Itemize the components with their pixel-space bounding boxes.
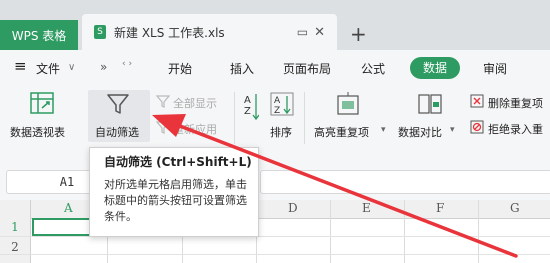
data-compare-button[interactable]: 数据对比 <box>398 124 442 140</box>
menu-bar <box>0 50 550 86</box>
menu-data[interactable]: 数据 <box>410 57 460 79</box>
column-header-e[interactable]: E <box>362 201 371 215</box>
svg-text:A: A <box>274 96 281 106</box>
ribbon-separator <box>304 92 305 144</box>
reapply-button[interactable]: 重新应用 <box>173 121 217 137</box>
add-tab-button[interactable]: + <box>350 22 367 46</box>
reject-duplicates-button[interactable]: 拒绝录入重 <box>488 121 543 137</box>
pivot-table-icon <box>30 92 54 114</box>
sort-icon: A Z <box>270 92 294 116</box>
close-icon[interactable]: ✕ <box>314 25 325 40</box>
data-compare-icon <box>418 94 442 114</box>
column-header-a[interactable]: A <box>64 201 73 215</box>
document-tab-label: 新建 XLS 工作表.xls <box>114 25 225 40</box>
app-tab-label: WPS 表格 <box>11 28 67 43</box>
tooltip-title: 自动筛选 (Ctrl+Shift+L) <box>104 155 252 169</box>
column-header-f[interactable]: F <box>436 201 444 215</box>
column-header-g[interactable]: G <box>510 201 520 215</box>
menu-formula[interactable]: 公式 <box>361 60 385 77</box>
ribbon-separator <box>234 92 235 144</box>
menu-file[interactable]: 文件 <box>36 60 60 77</box>
menu-review[interactable]: 审阅 <box>483 60 507 77</box>
row-header-1[interactable]: 1 <box>0 220 30 234</box>
app-tab[interactable]: WPS 表格 <box>0 20 78 50</box>
svg-text:A: A <box>244 95 251 106</box>
menu-insert[interactable]: 插入 <box>230 60 254 77</box>
window-restore-icon[interactable]: ▭ <box>297 25 308 39</box>
menu-page-layout[interactable]: 页面布局 <box>283 60 331 77</box>
column-header-d[interactable]: D <box>288 201 298 215</box>
reapply-icon <box>156 121 170 134</box>
compare-dropdown-icon[interactable]: ▾ <box>450 125 455 135</box>
svg-text:Z: Z <box>244 106 251 117</box>
highlight-duplicates-icon <box>337 92 359 115</box>
show-all-icon <box>156 95 170 108</box>
document-tab[interactable]: S 新建 XLS 工作表.xls ▭ ✕ <box>82 14 337 50</box>
remove-duplicates-button[interactable]: 删除重复项 <box>488 95 543 111</box>
svg-text:Z: Z <box>274 106 280 116</box>
row-header-2[interactable]: 2 <box>0 240 30 254</box>
more-menus-icon[interactable]: » <box>100 60 107 74</box>
autofilter-tooltip: 自动筛选 (Ctrl+Shift+L) 对所选单元格启用筛选，单击标题中的箭头按… <box>89 147 259 237</box>
spreadsheet-icon: S <box>94 25 106 39</box>
pivot-table-button[interactable]: 数据透视表 <box>10 124 65 140</box>
tooltip-body: 对所选单元格启用筛选，单击标题中的箭头按钮可设置筛选条件。 <box>104 178 247 223</box>
scroll-icon[interactable]: ‹ › <box>122 59 132 69</box>
formula-input[interactable] <box>260 170 550 194</box>
highlight-dropdown-icon[interactable]: ▾ <box>381 125 386 135</box>
remove-duplicates-icon <box>470 94 484 108</box>
sort-ascending-icon[interactable]: A Z <box>243 92 259 126</box>
funnel-icon <box>107 94 129 114</box>
menu-home[interactable]: 开始 <box>168 60 192 77</box>
column-header-bar <box>0 200 550 219</box>
show-all-button[interactable]: 全部显示 <box>173 95 217 111</box>
highlight-duplicates-button[interactable]: 高亮重复项 <box>314 124 369 140</box>
sort-button[interactable]: 排序 <box>270 124 292 140</box>
reject-duplicates-icon <box>470 120 484 134</box>
autofilter-button[interactable]: 自动筛选 <box>95 124 139 140</box>
hamburger-menu-icon[interactable]: ≡ <box>14 57 27 75</box>
file-dropdown-icon[interactable]: ∨ <box>68 62 75 73</box>
